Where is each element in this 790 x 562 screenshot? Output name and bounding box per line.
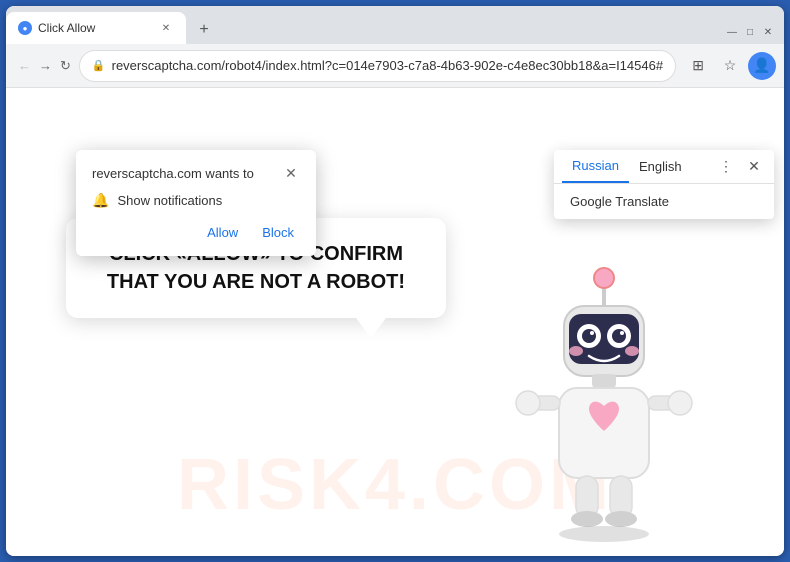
- new-tab-button[interactable]: +: [190, 16, 218, 44]
- profile-button[interactable]: 👤: [748, 52, 776, 80]
- back-button[interactable]: ←: [18, 54, 31, 78]
- address-bar: ← → ↻ 🔒 reverscaptcha.com/robot4/index.h…: [6, 44, 784, 88]
- page-content: RISK4.COM reverscaptcha.com wants to ✕ 🔔…: [6, 88, 784, 556]
- bell-icon: 🔔: [92, 192, 109, 209]
- notification-label: Show notifications: [117, 193, 222, 208]
- translate-tab-english[interactable]: English: [629, 151, 692, 182]
- tab-close-button[interactable]: ✕: [158, 20, 174, 36]
- reload-button[interactable]: ↻: [60, 54, 71, 78]
- popup-notification-row: 🔔 Show notifications: [92, 192, 300, 209]
- notification-popup: reverscaptcha.com wants to ✕ 🔔 Show noti…: [76, 150, 316, 256]
- forward-button[interactable]: →: [39, 54, 52, 78]
- translate-tabs: Russian English ⋮ ✕: [554, 150, 774, 184]
- tab-title: Click Allow: [38, 21, 152, 35]
- translate-menu-button[interactable]: ⋮: [714, 155, 738, 179]
- browser-tab[interactable]: ● Click Allow ✕: [6, 12, 186, 44]
- window-controls: — □ ✕: [724, 24, 784, 44]
- translate-dropdown: Russian English ⋮ ✕ Google Translate: [554, 150, 774, 219]
- robot-illustration: [504, 256, 704, 536]
- browser-actions: ⊞ ☆ 👤 ⋮: [684, 52, 784, 80]
- popup-title: reverscaptcha.com wants to: [92, 166, 254, 181]
- translate-tab-russian[interactable]: Russian: [562, 150, 629, 183]
- block-button[interactable]: Block: [256, 221, 300, 244]
- menu-button[interactable]: ⋮: [780, 52, 784, 80]
- maximize-button[interactable]: □: [742, 24, 758, 40]
- lock-icon: 🔒: [92, 59, 106, 72]
- minimize-button[interactable]: —: [724, 24, 740, 40]
- popup-close-button[interactable]: ✕: [282, 164, 300, 182]
- translate-close-button[interactable]: ✕: [742, 155, 766, 179]
- popup-header: reverscaptcha.com wants to ✕: [92, 164, 300, 182]
- url-text: reverscaptcha.com/robot4/index.html?c=01…: [112, 58, 663, 73]
- translate-actions: ⋮ ✕: [714, 155, 766, 179]
- tab-bar: ● Click Allow ✕ + — □ ✕: [6, 6, 784, 44]
- popup-buttons: Allow Block: [92, 221, 300, 244]
- url-bar[interactable]: 🔒 reverscaptcha.com/robot4/index.html?c=…: [79, 50, 676, 82]
- extensions-button[interactable]: ⊞: [684, 52, 712, 80]
- close-window-button[interactable]: ✕: [760, 24, 776, 40]
- tab-favicon: ●: [18, 21, 32, 35]
- browser-window: ● Click Allow ✕ + — □ ✕ ← → ↻ 🔒 reversca…: [6, 6, 784, 556]
- allow-button[interactable]: Allow: [201, 221, 244, 244]
- bookmark-button[interactable]: ☆: [716, 52, 744, 80]
- google-translate-option[interactable]: Google Translate: [554, 184, 774, 219]
